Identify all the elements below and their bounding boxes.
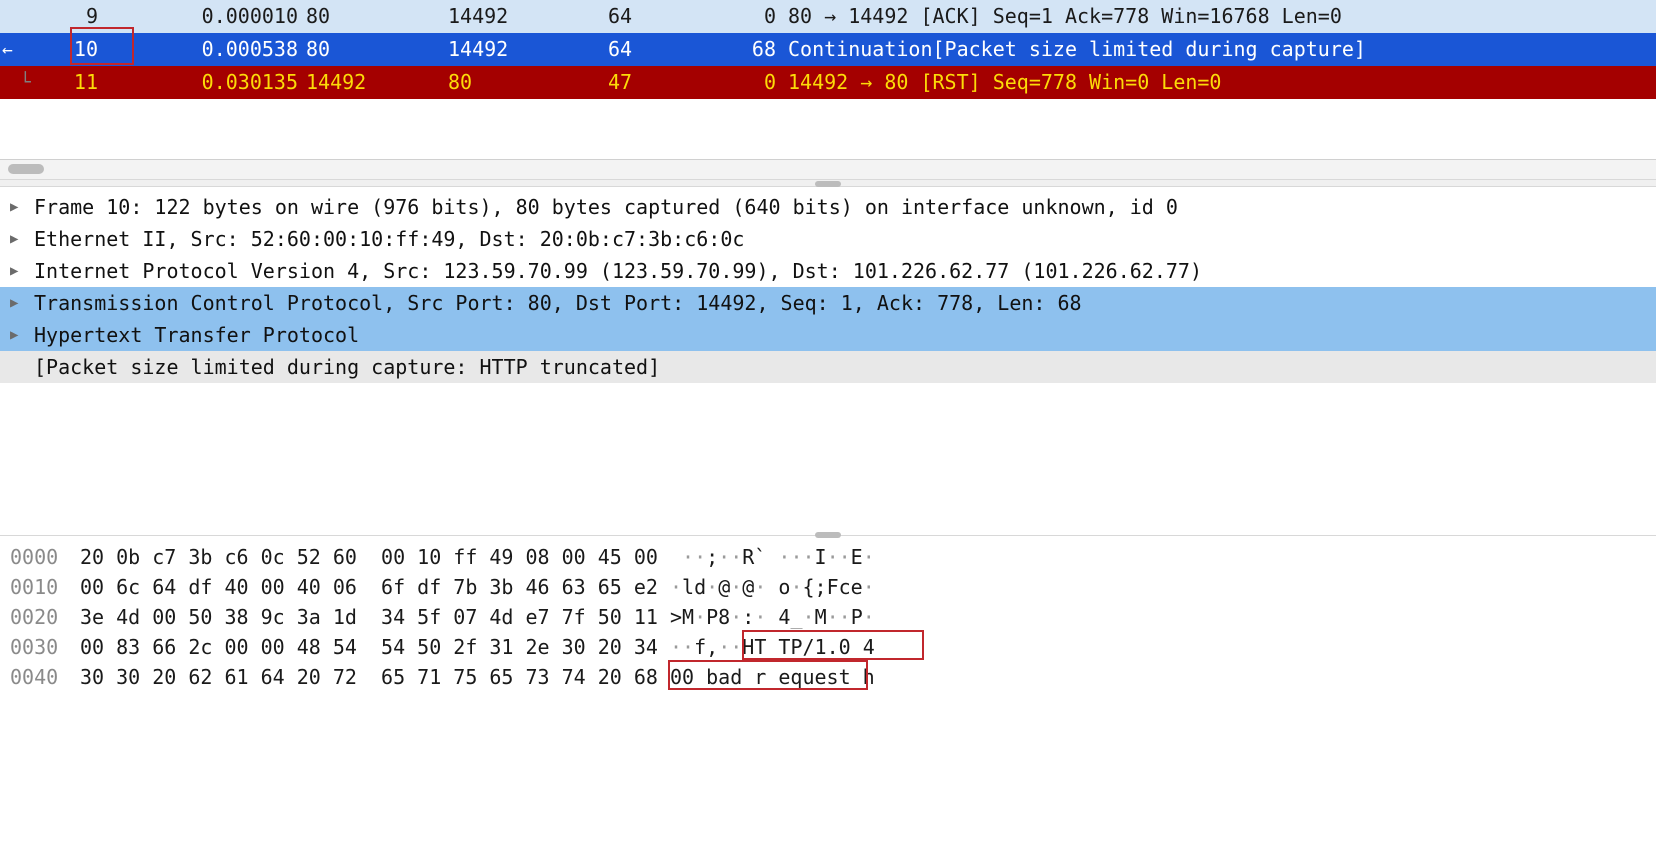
hex-ascii: ·ld·@·@· o·{;Fce· — [670, 572, 875, 602]
packet-list-pane[interactable]: 90.000010801449264080 → 14492 [ACK] Seq=… — [0, 0, 1656, 99]
col-time: 0.000010 — [110, 0, 298, 33]
hex-bytes: 00 6c 64 df 40 00 40 06 6f df 7b 3b 46 6… — [80, 572, 670, 602]
packet-row[interactable]: 90.000010801449264080 → 14492 [ACK] Seq=… — [0, 0, 1656, 33]
hex-row[interactable]: 004030 30 20 62 61 64 20 72 65 71 75 65 … — [10, 662, 1656, 692]
hex-ascii: ··;··R` ···I··E· — [670, 542, 875, 572]
col-dst-port: 14492 — [448, 0, 608, 33]
hex-offset: 0030 — [10, 632, 80, 662]
expand-triangle-icon[interactable]: ▶ — [10, 287, 34, 319]
col-length2: 68 — [708, 33, 788, 66]
col-length: 64 — [608, 0, 708, 33]
expand-triangle-icon[interactable]: ▶ — [10, 223, 34, 255]
splitter-handle-icon — [815, 181, 841, 187]
packet-list-hscroll[interactable] — [0, 159, 1656, 179]
hex-offset: 0000 — [10, 542, 80, 572]
col-length: 47 — [608, 66, 708, 99]
hex-row[interactable]: 003000 83 66 2c 00 00 48 54 54 50 2f 31 … — [10, 632, 1656, 662]
hex-bytes: 3e 4d 00 50 38 9c 3a 1d 34 5f 07 4d e7 7… — [80, 602, 670, 632]
packet-row[interactable]: 100.00053880144926468Continuation[Packet… — [0, 33, 1656, 66]
protocol-tree-text: Frame 10: 122 bytes on wire (976 bits), … — [34, 191, 1178, 223]
protocol-tree-row[interactable]: ▶Hypertext Transfer Protocol — [0, 319, 1656, 351]
hex-offset: 0020 — [10, 602, 80, 632]
col-no: 10 — [0, 33, 110, 66]
expand-triangle-icon[interactable]: ▶ — [10, 191, 34, 223]
protocol-tree-row[interactable]: ▶Frame 10: 122 bytes on wire (976 bits),… — [0, 191, 1656, 223]
packet-bytes-pane[interactable]: 000020 0b c7 3b c6 0c 52 60 00 10 ff 49 … — [0, 535, 1656, 692]
protocol-tree-text: Hypertext Transfer Protocol — [34, 319, 359, 351]
hex-offset: 0040 — [10, 662, 80, 692]
col-info: 80 → 14492 [ACK] Seq=1 Ack=778 Win=16768… — [788, 0, 1656, 33]
col-length2: 0 — [708, 0, 788, 33]
packet-row[interactable]: 110.030135144928047014492 → 80 [RST] Seq… — [0, 66, 1656, 99]
col-length: 64 — [608, 33, 708, 66]
col-length2: 0 — [708, 66, 788, 99]
expand-triangle-icon[interactable]: ▶ — [10, 319, 34, 351]
packet-list-whitespace — [0, 99, 1656, 159]
col-time: 0.000538 — [110, 33, 298, 66]
hex-row[interactable]: 001000 6c 64 df 40 00 40 06 6f df 7b 3b … — [10, 572, 1656, 602]
hex-ascii: 00 bad r equest h — [670, 662, 875, 692]
protocol-tree-text: [Packet size limited during capture: HTT… — [34, 351, 660, 383]
col-info: Continuation[Packet size limited during … — [788, 33, 1656, 66]
hex-ascii: ··f,··HT TP/1.0 4 — [670, 632, 875, 662]
protocol-tree-row[interactable]: ▶Transmission Control Protocol, Src Port… — [0, 287, 1656, 319]
expand-triangle-icon[interactable]: ▶ — [10, 255, 34, 287]
col-no: 11 — [0, 66, 110, 99]
splitter-handle-icon — [815, 532, 841, 538]
protocol-tree-text: Ethernet II, Src: 52:60:00:10:ff:49, Dst… — [34, 223, 744, 255]
col-time: 0.030135 — [110, 66, 298, 99]
expand-triangle-icon — [10, 351, 34, 383]
col-dst-port: 80 — [448, 66, 608, 99]
hex-bytes: 00 83 66 2c 00 00 48 54 54 50 2f 31 2e 3… — [80, 632, 670, 662]
protocol-tree-row[interactable]: ▶Internet Protocol Version 4, Src: 123.5… — [0, 255, 1656, 287]
protocol-tree-text: Transmission Control Protocol, Src Port:… — [34, 287, 1082, 319]
hex-bytes: 20 0b c7 3b c6 0c 52 60 00 10 ff 49 08 0… — [80, 542, 670, 572]
protocol-tree-row[interactable]: ▶Ethernet II, Src: 52:60:00:10:ff:49, Ds… — [0, 223, 1656, 255]
protocol-tree-row[interactable]: [Packet size limited during capture: HTT… — [0, 351, 1656, 383]
pane-splitter-top[interactable] — [0, 179, 1656, 187]
hex-row[interactable]: 000020 0b c7 3b c6 0c 52 60 00 10 ff 49 … — [10, 542, 1656, 572]
hex-row[interactable]: 00203e 4d 00 50 38 9c 3a 1d 34 5f 07 4d … — [10, 602, 1656, 632]
col-no: 9 — [0, 0, 110, 33]
protocol-tree-text: Internet Protocol Version 4, Src: 123.59… — [34, 255, 1202, 287]
packet-details-pane[interactable]: ▶Frame 10: 122 bytes on wire (976 bits),… — [0, 187, 1656, 383]
hex-ascii: >M·P8·:· 4_·M··P· — [670, 602, 875, 632]
hex-bytes: 30 30 20 62 61 64 20 72 65 71 75 65 73 7… — [80, 662, 670, 692]
col-info: 14492 → 80 [RST] Seq=778 Win=0 Len=0 — [788, 66, 1656, 99]
col-src-port: 80 — [298, 33, 448, 66]
col-src-port: 14492 — [298, 66, 448, 99]
col-dst-port: 14492 — [448, 33, 608, 66]
col-src-port: 80 — [298, 0, 448, 33]
tree-corner-icon: └ — [20, 66, 31, 99]
hex-offset: 0010 — [10, 572, 80, 602]
scroll-thumb[interactable] — [8, 164, 44, 174]
reply-arrow-icon: ← — [2, 33, 13, 66]
